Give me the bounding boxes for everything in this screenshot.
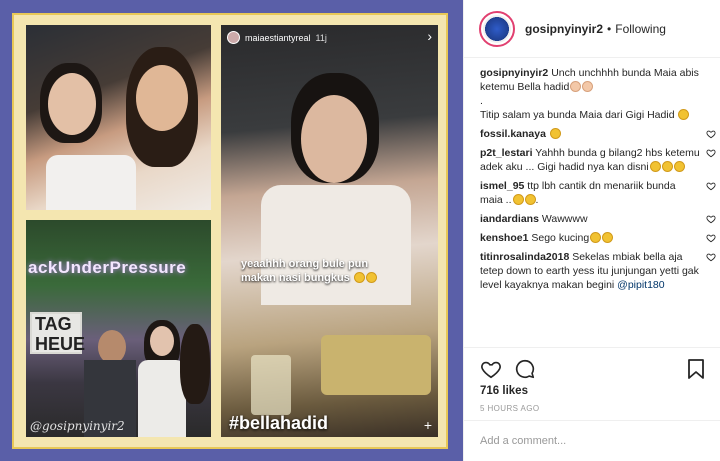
comment-item: titinrosalinda2018 Sekelas mbiak bella a… bbox=[480, 250, 716, 292]
post-side-panel: gosipnyinyir2 • Following gosipnyinyir2 … bbox=[463, 0, 720, 461]
person-face bbox=[48, 73, 96, 135]
comment-trail: . bbox=[535, 194, 539, 206]
comment-username[interactable]: p2t_lestari bbox=[480, 147, 533, 159]
header-username[interactable]: gosipnyinyir2 bbox=[525, 22, 603, 36]
like-count[interactable]: 716 likes bbox=[480, 385, 528, 397]
header-separator: • bbox=[607, 21, 612, 36]
comment-username[interactable]: fossil.kanaya bbox=[480, 128, 546, 140]
comment-item: p2t_lestari Yahhh bunda g bilang2 hbs ke… bbox=[480, 146, 716, 174]
comment-username[interactable]: iandardians bbox=[480, 213, 539, 225]
avatar[interactable] bbox=[479, 10, 515, 47]
comment-text-line: . bbox=[480, 95, 483, 107]
comment-item: ismel_95 ttp lbh cantik dn menariik bund… bbox=[480, 179, 716, 207]
comment-text: Sego kucing bbox=[531, 232, 590, 244]
follow-status-button[interactable]: Following bbox=[615, 22, 666, 36]
grin-emoji-icon bbox=[365, 272, 377, 283]
clapping-hands-emoji-icon bbox=[582, 81, 594, 92]
person-face bbox=[301, 95, 367, 183]
grin-emoji-icon bbox=[678, 109, 690, 120]
grin-emoji-icon bbox=[673, 161, 685, 172]
like-comment-icon[interactable] bbox=[706, 252, 716, 262]
story-user-row: maiaestiantyreal 11j bbox=[227, 31, 327, 44]
comment-icon[interactable] bbox=[514, 358, 536, 380]
collage-frame: ackUnderPressure TAG HEUE @gosipnyinyir2… bbox=[12, 13, 448, 449]
photo-top-left bbox=[26, 25, 211, 210]
like-comment-icon[interactable] bbox=[706, 214, 716, 224]
story-caption-text: yeaahhh orang bule pun makan nasi bungku… bbox=[241, 258, 369, 284]
white-dress bbox=[138, 360, 186, 437]
story-username: maiaestiantyreal bbox=[245, 32, 311, 43]
photo-bottom-left: ackUnderPressure TAG HEUE @gosipnyinyir2 bbox=[26, 220, 211, 437]
clapping-hands-emoji-icon bbox=[570, 81, 582, 92]
neon-sign-text: ackUnderPressure bbox=[28, 258, 187, 277]
comment-item: fossil.kanaya bbox=[480, 127, 716, 141]
comments-list: gosipnyinyir2 Unch unchhhh bunda Maia ab… bbox=[480, 66, 716, 346]
comment-username[interactable]: kenshoe1 bbox=[480, 232, 528, 244]
grin-emoji-icon bbox=[649, 161, 661, 172]
like-comment-icon[interactable] bbox=[706, 181, 716, 191]
food-wrap bbox=[321, 335, 431, 395]
white-top bbox=[261, 185, 411, 305]
comment-item: iandardians Wawwww bbox=[480, 212, 716, 226]
person-face bbox=[136, 65, 188, 131]
avatar-image bbox=[483, 14, 511, 43]
heart-eyes-emoji-icon bbox=[549, 128, 561, 139]
post-media[interactable]: ackUnderPressure TAG HEUE @gosipnyinyir2… bbox=[0, 0, 463, 461]
comment-text-line: Titip salam ya bunda Maia dari Gigi Hadi… bbox=[480, 108, 700, 122]
add-comment-bar: Add a comment... bbox=[464, 420, 720, 461]
post-header: gosipnyinyir2 • Following bbox=[464, 0, 720, 58]
like-comment-icon[interactable] bbox=[706, 129, 716, 139]
add-comment-input[interactable]: Add a comment... bbox=[480, 435, 566, 447]
comment-text: Wawwww bbox=[541, 213, 588, 225]
comment-item: kenshoe1 Sego kucing bbox=[480, 231, 716, 245]
white-dress bbox=[46, 155, 136, 210]
grin-emoji-icon bbox=[661, 161, 673, 172]
person-face bbox=[98, 330, 126, 364]
comment-mention-link[interactable]: @pipit180 bbox=[617, 279, 664, 291]
comment-username[interactable]: titinrosalinda2018 bbox=[480, 251, 569, 263]
story-screenshot: maiaestiantyreal 11j › yeaahhh orang bul… bbox=[221, 25, 438, 437]
grin-emoji-icon bbox=[590, 232, 602, 243]
comment-item: gosipnyinyir2 Unch unchhhh bunda Maia ab… bbox=[480, 66, 716, 122]
tag-heuer-logo: TAG HEUE bbox=[30, 312, 85, 354]
person-hair bbox=[180, 324, 210, 404]
actions-divider bbox=[464, 347, 720, 348]
post-timestamp: 5 HOURS AGO bbox=[480, 404, 540, 413]
story-avatar bbox=[227, 31, 240, 44]
comment-username[interactable]: ismel_95 bbox=[480, 180, 524, 192]
story-caption: yeaahhh orang bule pun makan nasi bungku… bbox=[241, 257, 381, 285]
story-next-icon: › bbox=[427, 28, 432, 44]
bookmark-icon[interactable] bbox=[686, 358, 706, 380]
person-face bbox=[150, 326, 174, 356]
comment-text-line-content: Titip salam ya bunda Maia dari Gigi Hadi… bbox=[480, 109, 675, 121]
like-comment-icon[interactable] bbox=[706, 233, 716, 243]
story-time: 11j bbox=[315, 32, 327, 43]
heart-icon[interactable] bbox=[480, 358, 502, 380]
story-hashtag: #bellahadid bbox=[229, 413, 329, 433]
smile-emoji-icon bbox=[524, 194, 536, 205]
wink-emoji-icon bbox=[602, 232, 614, 243]
like-comment-icon[interactable] bbox=[706, 148, 716, 158]
watermark: @gosipnyinyir2 bbox=[30, 419, 125, 433]
grin-emoji-icon bbox=[353, 272, 365, 283]
glass bbox=[251, 355, 291, 415]
comment-username[interactable]: gosipnyinyir2 bbox=[480, 67, 548, 79]
story-plus-icon: + bbox=[423, 417, 432, 433]
smile-emoji-icon bbox=[512, 194, 524, 205]
